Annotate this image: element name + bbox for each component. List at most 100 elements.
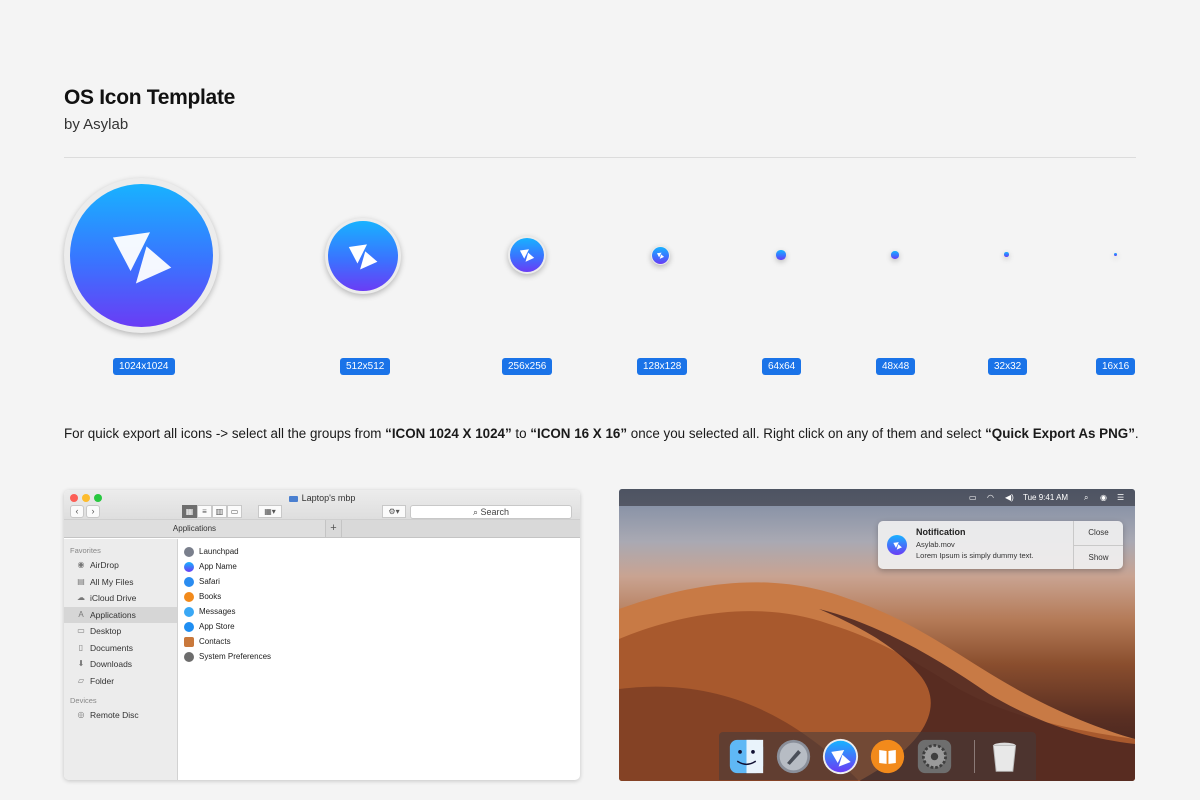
instructions-text: .	[1134, 426, 1139, 441]
sidebar-item-label: Folder	[90, 675, 115, 686]
app-icon-64[interactable]	[776, 250, 786, 260]
app-icon-1024[interactable]	[64, 178, 219, 333]
books-icon	[184, 591, 194, 602]
app-icon-16[interactable]	[1114, 253, 1117, 256]
disk-icon	[288, 495, 298, 502]
sidebar-item-label: AirDrop	[90, 560, 119, 570]
sidebar-item-label: Downloads	[90, 659, 133, 669]
clock-label[interactable]: Tue 9:41 AM	[1023, 489, 1068, 506]
trash-icon[interactable]	[986, 738, 1023, 775]
sidebar-item-label: Remote Disc	[90, 710, 139, 720]
sidebar-section-favorites: Favorites	[70, 546, 101, 555]
sidebar-item-label: All My Files	[90, 576, 134, 587]
list-item[interactable]: System Preferences	[178, 649, 580, 664]
list-item[interactable]: App Store	[178, 619, 580, 634]
file-list: Launchpad App Name Safari Books Messages…	[178, 539, 580, 780]
file-name: Contacts	[199, 637, 231, 646]
finder-titlebar: Laptop's mbp ‹ › ▦ ≡ ▥ ▭ ▦▾ ⚙▾ ⌕ Search	[64, 490, 580, 520]
play-arrows-icon	[892, 541, 902, 550]
app-icon	[887, 535, 907, 555]
list-item[interactable]: Contacts	[178, 634, 580, 649]
sidebar-item-airdrop[interactable]: ◉ AirDrop	[64, 557, 177, 574]
app-icon-48[interactable]	[891, 251, 899, 259]
system-preferences-icon[interactable]	[916, 738, 953, 775]
tab-applications[interactable]: Applications	[64, 520, 326, 537]
finder-window: Laptop's mbp ‹ › ▦ ≡ ▥ ▭ ▦▾ ⚙▾ ⌕ Search …	[64, 490, 580, 780]
notification-banner[interactable]: Notification Asylab.mov Lorem Ipsum is s…	[878, 521, 1123, 569]
sidebar-item-remote-disc[interactable]: ◎ Remote Disc	[64, 707, 177, 724]
file-name: Messages	[199, 607, 236, 616]
list-item[interactable]: Launchpad	[178, 544, 580, 559]
app-icon-256[interactable]	[508, 236, 546, 274]
sidebar-item-label: Desktop	[90, 626, 122, 636]
play-arrows-icon	[113, 232, 172, 284]
list-item[interactable]: Books	[178, 589, 580, 604]
menu-bar: ▭ ◠ ◀) Tue 9:41 AM ⌕ ◉ ☰	[619, 489, 1135, 506]
show-button[interactable]: Show	[1074, 545, 1123, 569]
safari-icon	[184, 576, 194, 587]
list-view-button[interactable]: ≡	[197, 505, 212, 518]
instructions-text: For quick export all icons -> select all…	[64, 426, 386, 441]
size-label-256: 256x256	[502, 358, 553, 375]
size-label-128: 128x128	[637, 358, 688, 375]
sidebar-item-downloads[interactable]: ⬇ Downloads	[64, 656, 177, 673]
play-arrows-icon	[349, 244, 378, 270]
size-label-1024: 1024x1024	[113, 358, 175, 375]
back-button[interactable]: ‹	[70, 505, 84, 518]
divider	[64, 157, 1136, 158]
search-icon[interactable]: ⌕	[1084, 489, 1088, 506]
column-view-button[interactable]: ▥	[212, 505, 227, 518]
volume-icon[interactable]: ◀)	[1005, 489, 1014, 506]
sidebar-item-applications[interactable]: A Applications	[64, 606, 177, 623]
search-input[interactable]: ⌕ Search	[410, 505, 572, 519]
airdrop-icon: ◉	[77, 560, 85, 569]
group-button[interactable]: ▦▾	[258, 505, 282, 518]
books-icon[interactable]	[869, 738, 906, 775]
app-icon-32[interactable]	[1004, 252, 1009, 257]
sidebar-item-icloud-drive[interactable]: ☁ iCloud Drive	[64, 590, 177, 607]
sidebar-section-devices: Devices	[70, 696, 97, 705]
list-item[interactable]: Safari	[178, 574, 580, 589]
siri-icon[interactable]: ◉	[1100, 489, 1107, 506]
search-icon: ⌕	[472, 507, 481, 517]
instructions-bold: “ICON 1024 X 1024”	[385, 426, 512, 441]
list-item[interactable]: Messages	[178, 604, 580, 619]
finder-icon[interactable]	[728, 738, 765, 775]
window-title: Laptop's mbp	[64, 493, 580, 503]
gallery-view-button[interactable]: ▭	[227, 505, 242, 518]
sidebar-item-desktop[interactable]: ▭ Desktop	[64, 623, 177, 640]
page-subtitle: by Asylab	[64, 116, 129, 133]
instructions-text: to	[511, 426, 531, 441]
launchpad-icon[interactable]	[775, 738, 812, 775]
finder-sidebar: Favorites ◉ AirDrop ▤ All My Files ☁ iCloud…	[64, 539, 178, 780]
desktop-preview: ▭ ◠ ◀) Tue 9:41 AM ⌕ ◉ ☰ Notification As…	[619, 489, 1135, 781]
airplay-icon[interactable]: ▭	[969, 489, 977, 506]
sidebar-item-label: Applications	[90, 609, 136, 620]
contacts-icon	[184, 636, 194, 647]
system-preferences-icon	[184, 651, 194, 662]
list-item[interactable]: App Name	[178, 559, 580, 574]
play-arrows-icon	[520, 249, 535, 262]
disc-icon: ◎	[77, 710, 85, 719]
notification-center-icon[interactable]: ☰	[1117, 489, 1124, 506]
app-icon-512[interactable]	[325, 218, 401, 294]
action-gear-button[interactable]: ⚙▾	[382, 505, 406, 518]
forward-button[interactable]: ›	[86, 505, 100, 518]
sidebar-item-documents[interactable]: ▯ Documents	[64, 640, 177, 657]
app-icon[interactable]	[822, 738, 859, 775]
app-store-icon	[184, 621, 194, 632]
app-icon-128[interactable]	[651, 246, 670, 265]
new-tab-button[interactable]: +	[326, 520, 342, 537]
icon-view-button[interactable]: ▦	[182, 505, 197, 518]
app-icon	[184, 561, 194, 572]
sidebar-item-label: Documents	[90, 642, 133, 653]
window-title-label: Laptop's mbp	[301, 493, 356, 503]
wifi-icon[interactable]: ◠	[987, 489, 994, 506]
close-button[interactable]: Close	[1074, 521, 1123, 545]
folder-icon: ▱	[77, 675, 85, 685]
sidebar-item-folder[interactable]: ▱ Folder	[64, 673, 177, 690]
sidebar-item-all-my-files[interactable]: ▤ All My Files	[64, 574, 177, 591]
export-instructions: For quick export all icons -> select all…	[64, 426, 1139, 441]
search-placeholder: Search	[480, 507, 510, 517]
file-name: Books	[199, 592, 222, 601]
